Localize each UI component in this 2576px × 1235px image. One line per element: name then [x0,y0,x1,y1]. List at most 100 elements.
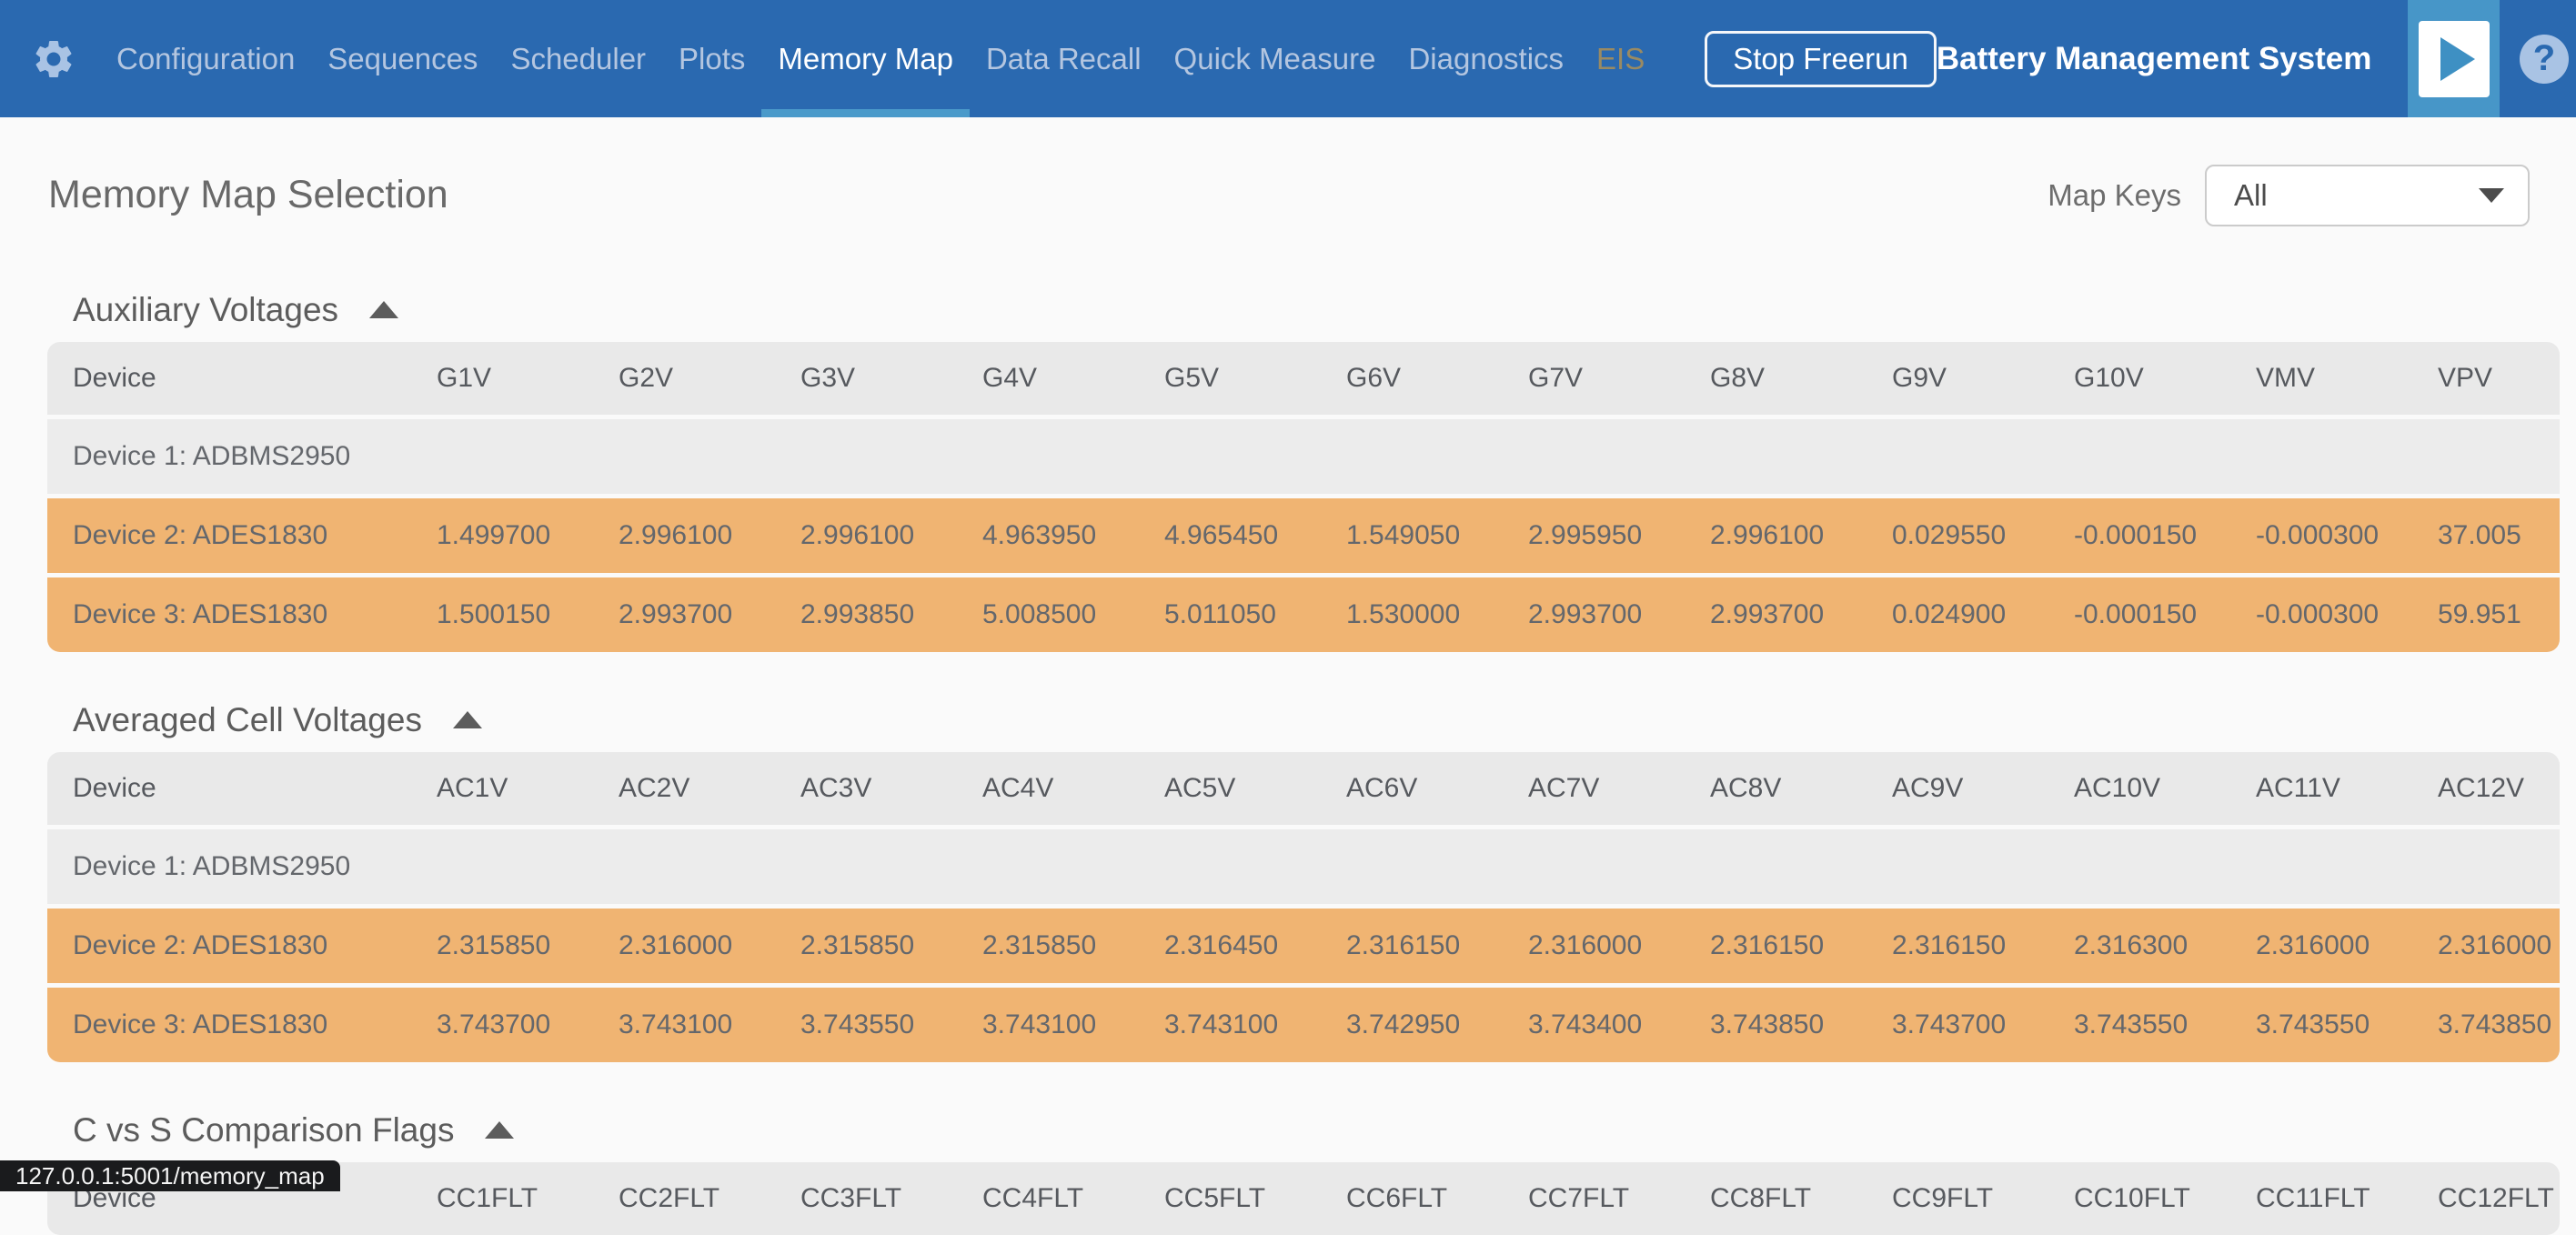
header-cell: CC4FLT [982,1162,1164,1235]
header-cell: Device [47,752,437,825]
header-cell: AC12V [2438,752,2560,825]
table-row[interactable]: Device 1: ADBMS2950 [47,419,2560,494]
page-title: Memory Map Selection [48,173,448,217]
nav-tab-data-recall[interactable]: Data Recall [970,0,1158,117]
header-cell: G2V [619,342,800,415]
value-cell: 2.996100 [800,498,982,573]
nav-tab-sequences[interactable]: Sequences [311,0,494,117]
value-cell: 3.742950 [1346,988,1528,1062]
stop-freerun-button[interactable]: Stop Freerun [1705,31,1937,87]
table-row[interactable]: Device 2: ADES18301.499700 2.996100 2.9961… [47,498,2560,573]
table-header-row: DeviceAC1VAC2VAC3VAC4VAC5VAC6VAC7VAC8VAC… [47,752,2560,825]
nav-tab-configuration[interactable]: Configuration [100,0,311,117]
device-cell: Device 2: ADES1830 [47,498,437,573]
freerun-play-button[interactable] [2408,0,2500,117]
value-cell: 2.316150 [1892,909,2074,983]
header-cell: AC10V [2074,752,2256,825]
header-cell: CC9FLT [1892,1162,2074,1235]
value-cell: 59.951 [2438,577,2560,652]
header-cell: G4V [982,342,1164,415]
settings-gear-icon[interactable] [31,36,76,82]
table-row[interactable]: Device 1: ADBMS2950 [47,829,2560,904]
map-keys-control: Map Keys All [2048,165,2530,226]
table-row[interactable]: Device 3: ADES18303.7437003.7431003.7435… [47,988,2560,1062]
value-cell: -0.000300 [2256,577,2438,652]
header-cell: CC1FLT [437,1162,619,1235]
value-cell: 3.743400 [1528,988,1710,1062]
value-cell: -0.000300 [2256,498,2438,573]
collapse-arrow-icon[interactable] [485,1121,514,1139]
value-cell: 2.315850 [800,909,982,983]
value-cell: 2.316150 [1346,909,1528,983]
value-cell: 1.530000 [1346,577,1528,652]
value-cell: 5.008500 [982,577,1164,652]
device-cell: Device 3: ADES1830 [47,577,437,652]
nav-tab-diagnostics[interactable]: Diagnostics [1392,0,1580,117]
header-cell: G5V [1164,342,1346,415]
header-cell: AC1V [437,752,619,825]
nav-tab-eis[interactable]: EIS [1580,0,1661,117]
table-row[interactable]: Device 3: ADES18301.5001502.9937002.9938… [47,577,2560,652]
nav-tab-scheduler[interactable]: Scheduler [494,0,662,117]
header-cell: VMV [2256,342,2438,415]
value-cell: 1.499700 [437,498,619,573]
nav-tabs: ConfigurationSequencesSchedulerPlotsMemo… [100,0,1661,117]
map-keys-selected-value: All [2207,178,2268,213]
value-cell: 2.316000 [2438,909,2560,983]
memory-map-section: C vs S Comparison Flags DeviceCC1FLTCC2F… [0,1106,2576,1235]
header-cell: VPV [2438,342,2560,415]
value-cell: 3.743100 [982,988,1164,1062]
value-cell: 3.743550 [800,988,982,1062]
memory-map-sections: Auxiliary Voltages DeviceG1VG2VG3VG4VG5V… [0,286,2576,1235]
value-cell: -0.000150 [2074,498,2256,573]
memory-table: DeviceG1VG2VG3VG4VG5VG6VG7VG8VG9VG10VVMV… [47,342,2560,652]
value-cell: 2.993700 [1710,577,1892,652]
value-cell: 4.963950 [982,498,1164,573]
header-cell: G8V [1710,342,1892,415]
header-cell: CC2FLT [619,1162,800,1235]
collapse-arrow-icon[interactable] [369,301,398,318]
play-icon [2419,21,2490,97]
table-row[interactable]: Device 2: ADES18302.3158502.3160002.3158… [47,909,2560,983]
device-cell: Device 3: ADES1830 [47,988,437,1062]
header-cell: AC4V [982,752,1164,825]
value-cell: 3.743550 [2256,988,2438,1062]
nav-tab-memory-map[interactable]: Memory Map [761,0,970,117]
value-cell: 2.316300 [2074,909,2256,983]
value-cell: 3.743850 [2438,988,2560,1062]
memory-table: DeviceAC1VAC2VAC3VAC4VAC5VAC6VAC7VAC8VAC… [47,752,2560,1062]
header-cell: G3V [800,342,982,415]
value-cell: 1.549050 [1346,498,1528,573]
header-cell: CC6FLT [1346,1162,1528,1235]
app-title: Battery Management System [1937,41,2372,77]
map-keys-select[interactable]: All [2205,165,2530,226]
nav-tab-quick-measure[interactable]: Quick Measure [1158,0,1393,117]
nav-tab-plots[interactable]: Plots [662,0,761,117]
chevron-down-icon [2479,188,2504,203]
value-cell: 2.996100 [1710,498,1892,573]
collapse-arrow-icon[interactable] [453,711,482,728]
value-cell: 3.743850 [1710,988,1892,1062]
help-icon[interactable]: ? [2520,35,2569,84]
section-title: Averaged Cell Voltages [73,701,422,739]
header-cell: G10V [2074,342,2256,415]
memory-map-section: Auxiliary Voltages DeviceG1VG2VG3VG4VG5V… [0,286,2576,652]
header-cell: CC12FLT [2438,1162,2560,1235]
header-cell: AC3V [800,752,982,825]
table-header-row: DeviceCC1FLTCC2FLTCC3FLTCC4FLTCC5FLTCC6F… [47,1162,2560,1235]
value-cell: 2.993850 [800,577,982,652]
header-cell: G1V [437,342,619,415]
header-cell: AC8V [1710,752,1892,825]
section-title: C vs S Comparison Flags [73,1111,454,1150]
value-cell: 3.743700 [1892,988,2074,1062]
value-cell: 37.005 [2438,498,2560,573]
header-cell: AC6V [1346,752,1528,825]
header-cell: AC5V [1164,752,1346,825]
header-cell: CC5FLT [1164,1162,1346,1235]
memory-map-section: Averaged Cell Voltages DeviceAC1VAC2VAC3… [0,696,2576,1062]
value-cell: 2.993700 [1528,577,1710,652]
header-cell: AC11V [2256,752,2438,825]
value-cell: 0.024900 [1892,577,2074,652]
value-cell: 3.743100 [1164,988,1346,1062]
value-cell: 2.316000 [1528,909,1710,983]
